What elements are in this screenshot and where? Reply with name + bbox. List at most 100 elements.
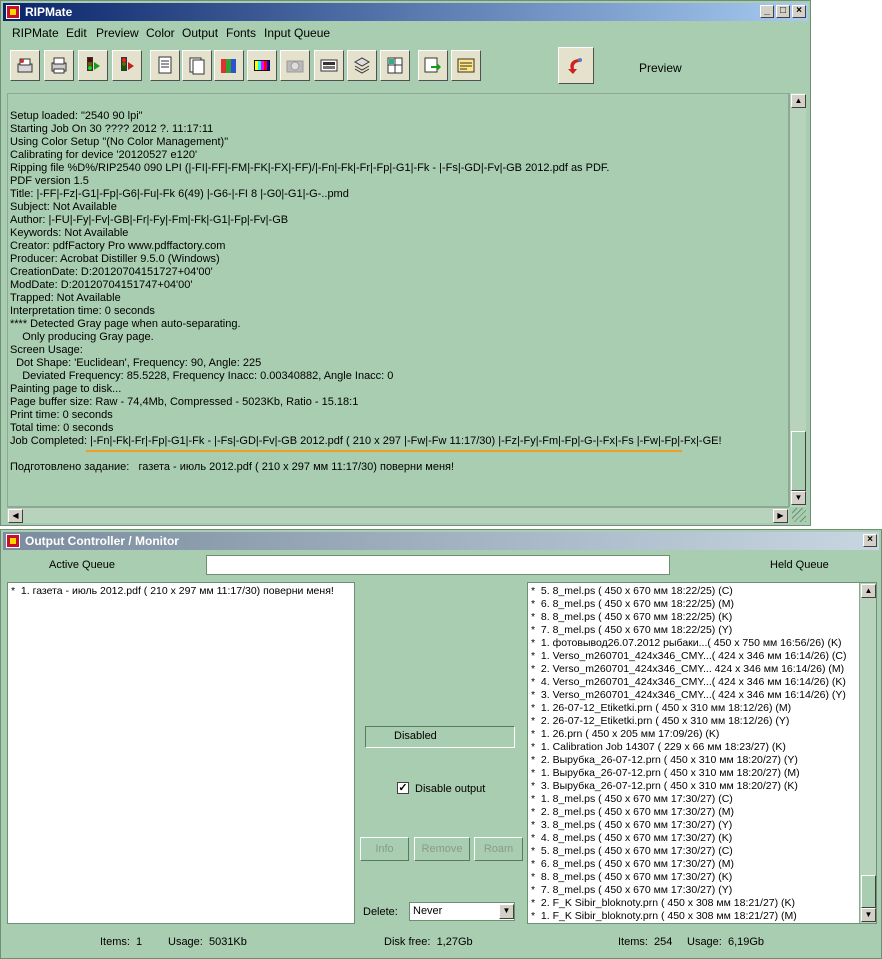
- held-queue-item[interactable]: * 1. Verso_m260701_424x346_CMY...( 424 x…: [531, 650, 846, 663]
- held-queue-item[interactable]: * 1. 8_mel.ps ( 450 x 670 мм 17:30/27) (…: [531, 793, 733, 806]
- ripmate-titlebar[interactable]: RIPMate _ □ ×: [3, 3, 808, 21]
- queue-arrow-button[interactable]: [418, 50, 448, 81]
- held-queue-item[interactable]: * 7. 8_mel.ps ( 450 x 670 мм 17:30/27) (…: [531, 884, 732, 897]
- page-setup-icon: [158, 56, 172, 74]
- close-button[interactable]: ×: [792, 5, 806, 18]
- queue-name-field[interactable]: [206, 555, 670, 575]
- menu-edit[interactable]: Edit: [66, 26, 87, 40]
- tile-button[interactable]: [380, 50, 410, 81]
- monitor-titlebar[interactable]: Output Controller / Monitor ×: [3, 532, 879, 550]
- remove-button[interactable]: Remove: [414, 837, 470, 861]
- menu-output[interactable]: Output: [182, 26, 218, 40]
- minimize-button[interactable]: _: [760, 5, 774, 18]
- held-queue-item[interactable]: * 2. 26-07-12_Etiketki.prn ( 450 x 310 м…: [531, 715, 789, 728]
- output-status-box: Disabled: [365, 726, 515, 748]
- scroll-up-icon[interactable]: ▲: [791, 94, 806, 108]
- scroll-down-icon[interactable]: ▼: [791, 491, 806, 505]
- held-queue-list[interactable]: * 5. 8_mel.ps ( 450 x 670 мм 18:22/25) (…: [527, 582, 877, 924]
- delete-select[interactable]: Never ▼: [409, 902, 515, 921]
- held-queue-item[interactable]: * 3. Вырубка_26-07-12.prn ( 450 x 310 мм…: [531, 780, 798, 793]
- camera-button[interactable]: [280, 50, 310, 81]
- menu-preview[interactable]: Preview: [96, 26, 139, 40]
- info-button[interactable]: Info: [360, 837, 409, 861]
- job-log[interactable]: Setup loaded: "2540 90 lpi" Starting Job …: [7, 93, 789, 507]
- menu-color[interactable]: Color: [146, 26, 175, 40]
- info-button-label: Info: [375, 843, 394, 855]
- held-queue-item[interactable]: * 4. Verso_m260701_424x346_CMY...( 424 x…: [531, 676, 846, 689]
- held-queue-item[interactable]: * 6. 8_mel.ps ( 450 x 670 мм 17:30/27) (…: [531, 858, 734, 871]
- queue-arrow-icon: [424, 57, 441, 73]
- held-queue-item[interactable]: * 1. 26.prn ( 450 x 205 мм 17:09/26) (K): [531, 728, 719, 741]
- held-queue-item[interactable]: * 7. 8_mel.ps ( 450 x 670 мм 18:22/25) (…: [531, 624, 732, 637]
- held-queue-item[interactable]: * 8. 8_mel.ps ( 450 x 670 мм 17:30/27) (…: [531, 871, 732, 884]
- scroll-right-icon[interactable]: ▶: [773, 509, 788, 523]
- document-icon: [189, 57, 205, 75]
- held-queue-item[interactable]: * 1. Вырубка_26-07-12.prn ( 450 x 310 мм…: [531, 767, 800, 780]
- held-queue-item[interactable]: * 3. Verso_m260701_424x346_CMY...( 424 x…: [531, 689, 846, 702]
- held-scroll-thumb[interactable]: [861, 875, 876, 908]
- log-line: Dot Shape: 'Euclidean', Frequency: 90, A…: [10, 357, 262, 369]
- log-line: Calibrating for device '20120527 e120': [10, 149, 198, 161]
- menu-fonts[interactable]: Fonts: [226, 26, 256, 40]
- fonts-button[interactable]: [314, 50, 344, 81]
- preview-tool-button[interactable]: [558, 47, 594, 84]
- log-horizontal-scrollbar[interactable]: ◀ ▶: [7, 507, 789, 523]
- active-queue-list[interactable]: * 1. газета - июль 2012.pdf ( 210 x 297 …: [7, 582, 355, 924]
- document-button[interactable]: [182, 50, 212, 81]
- color-button[interactable]: [214, 50, 244, 81]
- stop-button[interactable]: [112, 50, 142, 81]
- held-queue-item[interactable]: * 1. Calibration Job 14307 ( 229 x 66 мм…: [531, 741, 786, 754]
- layers-button[interactable]: [347, 50, 377, 81]
- active-usage: Usage: 5031Kb: [168, 936, 247, 948]
- held-queue-item[interactable]: * 2. F_K Sibir_bloknoty.prn ( 450 x 308 …: [531, 897, 795, 910]
- maximize-button[interactable]: □: [776, 5, 790, 18]
- held-queue-item[interactable]: * 6. 8_mel.ps ( 450 x 670 мм 18:22/25) (…: [531, 598, 734, 611]
- roam-button-label: Roam: [483, 843, 514, 855]
- held-queue-item[interactable]: * 5. 8_mel.ps ( 450 x 670 мм 17:30/27) (…: [531, 845, 733, 858]
- log-line: Total time: 0 seconds: [10, 422, 114, 434]
- traffic-light-red-icon: [121, 57, 134, 71]
- active-queue-item[interactable]: * 1. газета - июль 2012.pdf ( 210 x 297 …: [11, 585, 334, 598]
- open-job-icon: [17, 58, 33, 73]
- disable-output-label[interactable]: Disable output: [415, 783, 485, 795]
- start-button[interactable]: [78, 50, 108, 81]
- scroll-left-icon[interactable]: ◀: [8, 509, 23, 523]
- held-queue-item[interactable]: * 2. 8_mel.ps ( 450 x 670 мм 17:30/27) (…: [531, 806, 734, 819]
- held-queue-item[interactable]: * 3. 8_mel.ps ( 450 x 670 мм 17:30/27) (…: [531, 819, 732, 832]
- held-queue-scrollbar[interactable]: ▲ ▼: [859, 583, 876, 923]
- log-vertical-scrollbar[interactable]: ▲ ▼: [789, 93, 806, 507]
- held-queue-item[interactable]: * 1. F_K Sibir_bloknoty.prn ( 450 x 308 …: [531, 910, 797, 923]
- held-queue-item[interactable]: * 5. 8_mel.ps ( 450 x 670 мм 18:22/25) (…: [531, 585, 733, 598]
- menubar: RIPMate Edit Preview Color Output Fonts …: [3, 23, 808, 43]
- active-queue-label: Active Queue: [49, 559, 116, 571]
- print-button[interactable]: [44, 50, 74, 81]
- resize-grip-icon[interactable]: [792, 508, 806, 522]
- log-line: Trapped: Not Available: [10, 292, 121, 304]
- page-setup-button[interactable]: [150, 50, 180, 81]
- open-job-button[interactable]: [10, 50, 40, 81]
- held-queue-item[interactable]: * 2. Verso_m260701_424x346_CMY... 424 x …: [531, 663, 844, 676]
- held-scroll-down-icon[interactable]: ▼: [861, 908, 876, 922]
- queue-list-button[interactable]: [451, 50, 481, 81]
- log-line: Ripping file %D%/RIP2540 090 LPI (|-FI|-…: [10, 162, 610, 174]
- held-queue-item[interactable]: * 2. Вырубка_26-07-12.prn ( 450 x 310 мм…: [531, 754, 798, 767]
- log-line: Producer: Acrobat Distiller 9.5.0 (Windo…: [10, 253, 220, 265]
- monitor-close-button[interactable]: ×: [863, 534, 877, 547]
- scroll-thumb[interactable]: [791, 431, 806, 491]
- held-queue-item[interactable]: * 1. 26-07-12_Etiketki.prn ( 450 x 310 м…: [531, 702, 791, 715]
- monitor-app-icon: [6, 534, 20, 548]
- traffic-light-green-icon: [87, 57, 100, 71]
- color-bars-icon: [254, 60, 270, 71]
- chevron-down-icon[interactable]: ▼: [499, 904, 514, 919]
- color-bars-button[interactable]: [247, 50, 277, 81]
- held-queue-item[interactable]: * 4. 8_mel.ps ( 450 x 670 мм 17:30/27) (…: [531, 832, 732, 845]
- held-queue-item[interactable]: * 1. фотовывод26.07.2012 рыбаки...( 450 …: [531, 637, 841, 650]
- held-scroll-up-icon[interactable]: ▲: [861, 584, 876, 598]
- held-queue-item[interactable]: * 8. 8_mel.ps ( 450 x 670 мм 18:22/25) (…: [531, 611, 732, 624]
- log-line: Подготовлено задание: газета - июль 2012…: [10, 461, 455, 473]
- preview-arrow-icon: [568, 58, 582, 74]
- roam-button[interactable]: Roam: [474, 837, 523, 861]
- menu-ripmate[interactable]: RIPMate: [12, 26, 59, 40]
- disable-output-checkbox[interactable]: ✓: [397, 782, 409, 794]
- menu-input-queue[interactable]: Input Queue: [264, 26, 330, 40]
